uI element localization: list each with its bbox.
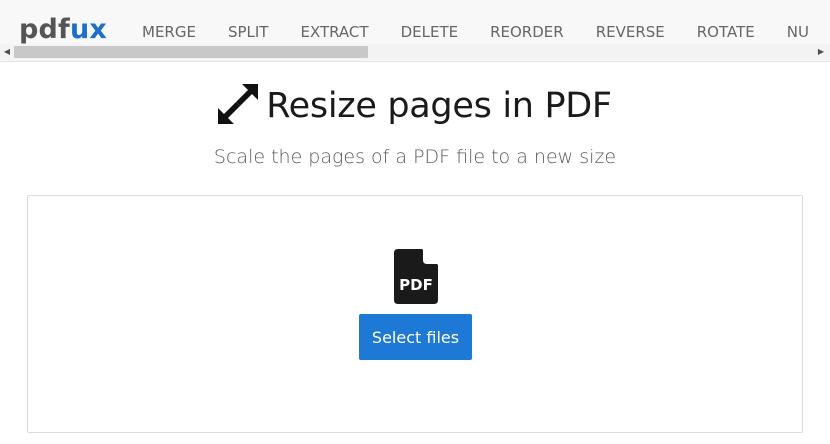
nav-item-extract[interactable]: EXTRACT <box>300 21 368 43</box>
nav-item-reverse[interactable]: REVERSE <box>596 21 665 43</box>
page-subtitle: Scale the pages of a PDF file to a new s… <box>213 146 617 168</box>
scroll-left-arrow-icon[interactable]: ◀ <box>2 47 12 57</box>
expand-arrows-icon <box>218 84 259 124</box>
scroll-right-arrow-icon[interactable]: ▶ <box>816 47 826 57</box>
page-heading: Resize pages in PDF <box>0 84 830 126</box>
nav-item-reorder[interactable]: REORDER <box>490 21 564 43</box>
top-navigation: pdfux MERGE SPLIT EXTRACT DELETE REORDER… <box>0 0 830 62</box>
logo-ux: ux <box>70 14 108 45</box>
scrollbar-thumb[interactable] <box>14 46 368 58</box>
logo-pdf: pdf <box>19 14 71 45</box>
nav-item-split[interactable]: SPLIT <box>228 21 269 43</box>
pdf-file-icon-label: PDF <box>399 276 433 294</box>
nav-item-rotate[interactable]: ROTATE <box>697 21 755 43</box>
page-title: Resize pages in PDF <box>266 86 612 126</box>
logo[interactable]: pdfux <box>19 12 107 48</box>
file-drop-zone[interactable]: PDF Select files <box>27 195 803 433</box>
nav-item-merge[interactable]: MERGE <box>142 21 196 43</box>
nav-items: MERGE SPLIT EXTRACT DELETE REORDER REVER… <box>142 21 830 43</box>
horizontal-scrollbar[interactable]: ◀ ▶ <box>0 44 830 60</box>
select-files-button[interactable]: Select files <box>359 314 472 360</box>
pdf-file-icon: PDF <box>394 249 438 304</box>
nav-item-delete[interactable]: DELETE <box>401 21 459 43</box>
nav-item-number[interactable]: NU <box>787 21 809 43</box>
